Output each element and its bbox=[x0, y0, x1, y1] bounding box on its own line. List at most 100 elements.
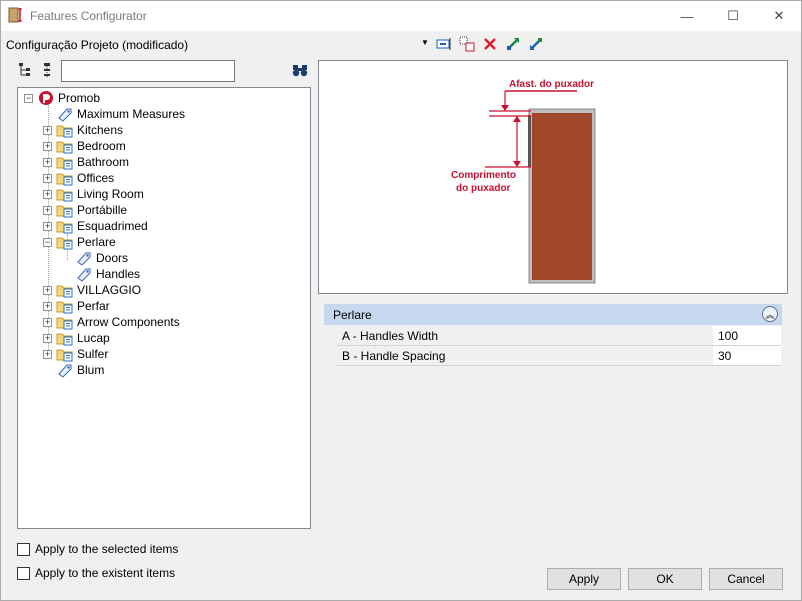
folder-icon bbox=[56, 349, 73, 362]
property-group-header[interactable]: Perlare ︽ bbox=[324, 304, 782, 325]
tree-node[interactable]: + Perfar bbox=[43, 298, 110, 314]
window-title: Features Configurator bbox=[30, 9, 147, 23]
tree-node[interactable]: + Lucap bbox=[43, 330, 110, 346]
tree-node-label: Living Room bbox=[77, 187, 144, 201]
expand-plus-icon[interactable]: + bbox=[43, 157, 52, 167]
features-tree[interactable]: − Promob Maximum Measures + Kitchens + Bedroom… bbox=[17, 87, 311, 529]
apply-existent-option[interactable]: Apply to the existent items bbox=[17, 566, 175, 580]
close-button[interactable]: ✕ bbox=[756, 1, 802, 31]
tree-node-label: Promob bbox=[58, 91, 101, 105]
collapse-group-icon[interactable]: ︽ bbox=[762, 306, 778, 322]
tree-node[interactable]: + Living Room bbox=[43, 186, 144, 202]
tree-node-label: Perlare bbox=[77, 235, 116, 249]
expand-plus-icon[interactable]: + bbox=[43, 189, 52, 199]
ok-button[interactable]: OK bbox=[628, 568, 702, 590]
property-group-title: Perlare bbox=[333, 307, 372, 322]
expand-tree-icon[interactable] bbox=[18, 62, 32, 78]
tree-node-label: Maximum Measures bbox=[77, 107, 186, 121]
configuration-dropdown[interactable]: ▼ bbox=[421, 38, 429, 47]
tree-node-label: Handles bbox=[96, 267, 141, 281]
features-configurator-window: Features Configurator — ☐ ✕ Configuração… bbox=[0, 0, 802, 601]
delete-config-button[interactable] bbox=[481, 35, 499, 53]
expand-plus-icon[interactable]: + bbox=[43, 349, 52, 359]
tree-node-label: Kitchens bbox=[77, 123, 124, 137]
folder-icon bbox=[56, 317, 73, 330]
minimize-button[interactable]: — bbox=[664, 1, 710, 31]
expand-plus-icon[interactable]: + bbox=[43, 173, 52, 183]
feature-tag-icon bbox=[58, 108, 72, 122]
expand-plus-icon[interactable]: + bbox=[43, 301, 52, 311]
delete-x-icon bbox=[484, 38, 496, 50]
tree-node[interactable]: + Bedroom bbox=[43, 138, 126, 154]
tree-node[interactable]: − Perlare bbox=[43, 234, 116, 250]
tree-node[interactable]: Handles bbox=[75, 266, 140, 282]
feature-tag-icon bbox=[58, 364, 72, 378]
tree-node-label: Perfar bbox=[77, 299, 110, 313]
export-config-button[interactable] bbox=[504, 35, 522, 53]
apply-existent-label: Apply to the existent items bbox=[35, 566, 176, 580]
tree-node-label: Offices bbox=[77, 171, 115, 185]
tree-node[interactable]: Doors bbox=[75, 250, 128, 266]
maximize-button[interactable]: ☐ bbox=[710, 1, 756, 31]
rename-config-button[interactable] bbox=[435, 35, 453, 53]
tree-node[interactable]: + VILLAGGIO bbox=[43, 282, 141, 298]
tree-node[interactable]: + Esquadrimed bbox=[43, 218, 148, 234]
property-row[interactable]: A - Handles Width 100 bbox=[337, 326, 781, 346]
door-panel bbox=[532, 113, 592, 280]
expand-plus-icon[interactable]: + bbox=[43, 285, 52, 295]
property-value-field[interactable]: 30 bbox=[713, 346, 781, 365]
property-row[interactable]: B - Handle Spacing 30 bbox=[337, 346, 781, 366]
tree-node-label: Lucap bbox=[77, 331, 110, 345]
folder-icon bbox=[56, 125, 73, 138]
tree-node[interactable]: + Portábille bbox=[43, 202, 127, 218]
tree-node[interactable]: + Kitchens bbox=[43, 122, 123, 138]
apply-selected-label: Apply to the selected items bbox=[35, 542, 179, 556]
feature-tag-icon bbox=[77, 268, 91, 282]
tree-node[interactable]: + Bathroom bbox=[43, 154, 129, 170]
apply-selected-checkbox[interactable] bbox=[17, 542, 30, 556]
import-config-button[interactable] bbox=[527, 35, 545, 53]
property-value-field[interactable]: 100 bbox=[713, 326, 781, 345]
tree-search-input[interactable] bbox=[61, 60, 235, 82]
folder-icon bbox=[56, 301, 73, 314]
expand-plus-icon[interactable]: + bbox=[43, 141, 52, 151]
tree-node[interactable]: Blum bbox=[56, 362, 104, 378]
tree-node-label: Sulfer bbox=[77, 347, 109, 361]
tree-node[interactable]: + Offices bbox=[43, 170, 114, 186]
apply-button[interactable]: Apply bbox=[547, 568, 621, 590]
tree-node-label: Portábille bbox=[77, 203, 128, 217]
tree-node[interactable]: Maximum Measures bbox=[56, 106, 185, 122]
folder-icon bbox=[56, 237, 73, 250]
expand-plus-icon[interactable]: + bbox=[43, 125, 52, 135]
app-icon bbox=[8, 7, 22, 23]
collapse-minus-icon[interactable]: − bbox=[24, 93, 33, 103]
tree-node-label: VILLAGGIO bbox=[77, 283, 142, 297]
folder-icon bbox=[56, 333, 73, 346]
expand-plus-icon[interactable]: + bbox=[43, 221, 52, 231]
rename-icon bbox=[436, 38, 451, 50]
copy-icon bbox=[459, 36, 475, 52]
folder-icon bbox=[56, 285, 73, 298]
feature-preview: Afast. do puxador Comprimento do puxador bbox=[318, 60, 788, 294]
apply-selected-option[interactable]: Apply to the selected items bbox=[17, 542, 178, 556]
handle-diagram: Afast. do puxador Comprimento do puxador bbox=[451, 79, 596, 284]
cancel-button[interactable]: Cancel bbox=[709, 568, 783, 590]
tree-node-label: Blum bbox=[77, 363, 105, 377]
binoculars-search-icon[interactable] bbox=[292, 63, 308, 77]
copy-config-button[interactable] bbox=[458, 35, 476, 53]
handle-length-label-2: do puxador bbox=[456, 183, 511, 194]
expand-plus-icon[interactable]: + bbox=[43, 205, 52, 215]
apply-existent-checkbox[interactable] bbox=[17, 566, 30, 580]
expand-plus-icon[interactable]: + bbox=[43, 317, 52, 327]
property-name: A - Handles Width bbox=[342, 329, 439, 343]
folder-icon bbox=[56, 221, 73, 234]
export-arrow-icon bbox=[507, 38, 519, 50]
collapse-tree-icon[interactable] bbox=[41, 62, 55, 78]
handle-spacing-label: Afast. do puxador bbox=[509, 79, 594, 90]
tree-node[interactable]: + Arrow Components bbox=[43, 314, 180, 330]
tree-node[interactable]: + Sulfer bbox=[43, 346, 108, 362]
promob-logo-icon bbox=[39, 91, 53, 105]
collapse-minus-icon[interactable]: − bbox=[43, 237, 52, 247]
tree-root-node[interactable]: − Promob bbox=[24, 90, 100, 106]
expand-plus-icon[interactable]: + bbox=[43, 333, 52, 343]
